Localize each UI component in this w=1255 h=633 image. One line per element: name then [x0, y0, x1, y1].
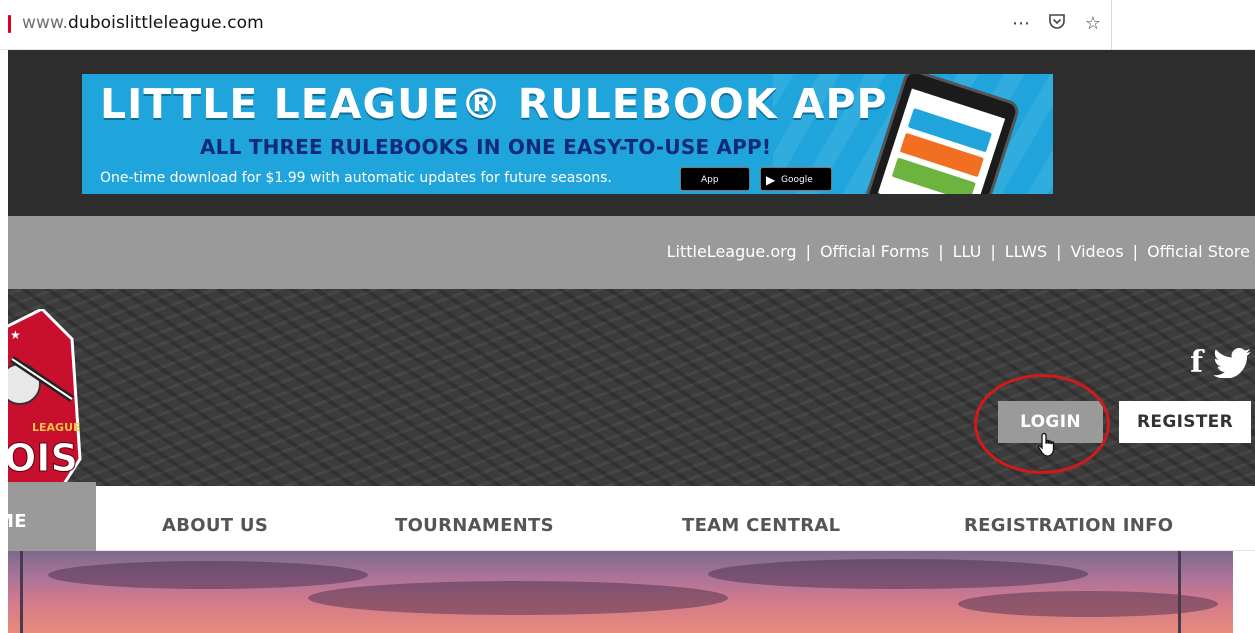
twitter-icon[interactable] — [1213, 347, 1251, 378]
address-bar-tools: ⋯ ☆ — [1009, 8, 1105, 38]
nav-home[interactable]: ME — [8, 482, 96, 551]
url-domain: duboislittleleague.com — [67, 13, 264, 33]
nav-about-us[interactable]: ABOUT US — [162, 486, 268, 551]
link-llu[interactable]: LLU — [953, 242, 982, 261]
link-separator: | — [1132, 242, 1139, 261]
light-pole — [20, 551, 23, 633]
connection-info-icon[interactable] — [8, 15, 11, 33]
site-header: ★ LEAGUE OIS f LOGIN REGISTER — [8, 289, 1255, 489]
cloud — [708, 559, 1088, 589]
web-page: LITTLE LEAGUE® RULEBOOK APP ALL THREE RU… — [8, 50, 1255, 633]
annotation-circle — [974, 374, 1110, 474]
svg-text:★: ★ — [10, 328, 21, 342]
link-separator: | — [1056, 242, 1062, 261]
link-official-store[interactable]: Official Store — [1147, 242, 1250, 261]
toolbar-divider — [1111, 0, 1112, 50]
cloud — [308, 581, 728, 615]
nav-tournaments[interactable]: TOURNAMENTS — [395, 486, 554, 551]
facebook-icon[interactable]: f — [1190, 345, 1203, 380]
ad-subtitle: ALL THREE RULEBOOKS IN ONE EASY-TO-USE A… — [200, 135, 772, 159]
google-play-badge[interactable]: ▶Google Play — [760, 167, 832, 191]
ad-description: One-time download for $1.99 with automat… — [100, 170, 612, 186]
bookmark-star-icon[interactable]: ☆ — [1081, 13, 1105, 34]
hero-image — [8, 551, 1233, 633]
link-separator: | — [938, 242, 944, 261]
ad-title: LITTLE LEAGUE® RULEBOOK APP — [100, 80, 888, 128]
logo-text-bottom: OIS — [8, 436, 78, 480]
pocket-icon[interactable] — [1045, 12, 1069, 35]
main-nav: ME ABOUT US TOURNAMENTS TEAM CENTRAL REG… — [8, 482, 1255, 551]
play-icon: ▶ — [766, 173, 776, 187]
nav-home-label: ME — [8, 511, 27, 532]
logo-text-top: LEAGUE — [32, 421, 81, 434]
rulebook-app-ad[interactable]: LITTLE LEAGUE® RULEBOOK APP ALL THREE RU… — [82, 74, 1053, 194]
cloud — [48, 561, 368, 589]
utility-links: LittleLeague.org | Official Forms | LLU | L… — [667, 242, 1250, 261]
hand-cursor-icon — [1037, 432, 1055, 457]
link-videos[interactable]: Videos — [1071, 242, 1124, 261]
url-prefix: www. — [22, 13, 68, 33]
light-pole — [1178, 551, 1181, 633]
utility-links-bar: LittleLeague.org | Official Forms | LLU | L… — [8, 216, 1255, 289]
link-littleleague-org[interactable]: LittleLeague.org — [667, 242, 797, 261]
browser-address-bar: www.duboislittleleague.com ⋯ ☆ — [0, 0, 1255, 50]
link-llws[interactable]: LLWS — [1005, 242, 1047, 261]
social-links: f — [1190, 345, 1251, 380]
url-field[interactable]: www.duboislittleleague.com — [22, 13, 264, 33]
app-store-badge[interactable]: App Store — [680, 167, 750, 191]
register-button[interactable]: REGISTER — [1119, 401, 1251, 443]
nav-team-central[interactable]: TEAM CENTRAL — [682, 486, 840, 551]
link-separator: | — [990, 242, 996, 261]
league-logo[interactable]: ★ LEAGUE OIS — [8, 309, 82, 489]
link-official-forms[interactable]: Official Forms — [820, 242, 929, 261]
more-icon[interactable]: ⋯ — [1009, 13, 1033, 34]
top-banner-band: LITTLE LEAGUE® RULEBOOK APP ALL THREE RU… — [8, 50, 1255, 216]
link-separator: | — [805, 242, 811, 261]
nav-registration-info[interactable]: REGISTRATION INFO — [964, 486, 1173, 551]
phone-screen — [877, 88, 1006, 194]
